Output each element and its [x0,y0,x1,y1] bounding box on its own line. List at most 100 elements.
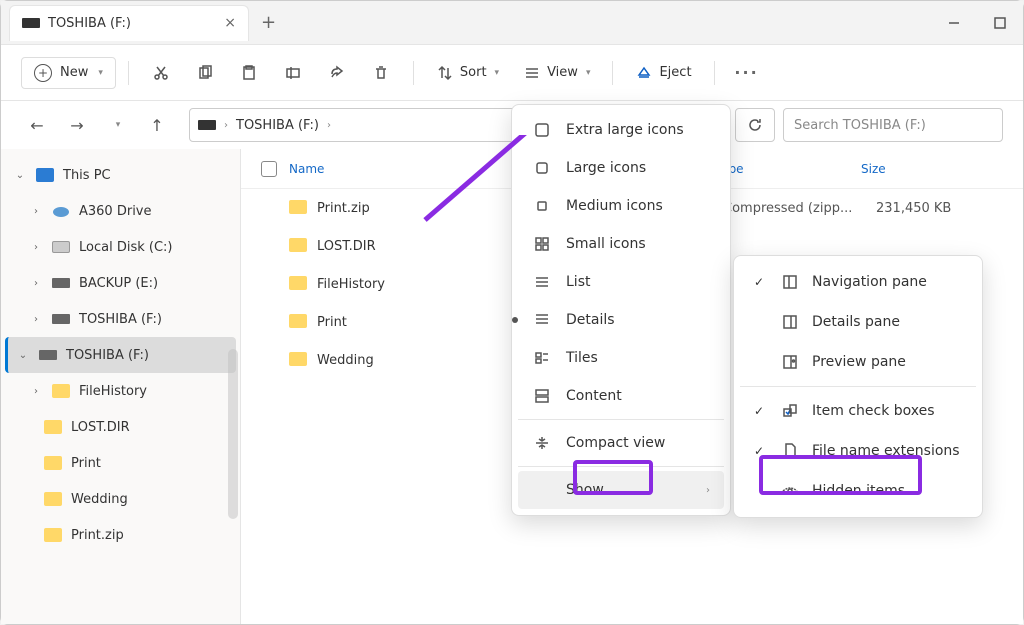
view-option-list[interactable]: List [518,263,724,301]
cloud-icon [52,204,70,218]
preview-pane-icon [780,353,800,371]
chevron-right-icon: › [29,242,43,253]
forward-button[interactable]: → [61,109,93,141]
sidebar-item-label: Local Disk (C:) [79,240,172,255]
view-option-details[interactable]: Details [518,301,724,339]
view-option-tiles[interactable]: Tiles [518,339,724,377]
zip-icon [289,200,307,214]
plus-icon: + [34,64,52,82]
scrollbar[interactable] [228,349,238,519]
drive-icon [39,350,57,360]
drive-icon [52,278,70,288]
sidebar-item-label: TOSHIBA (F:) [79,312,162,327]
list-icon [532,273,552,291]
paste-button[interactable] [229,55,269,91]
view-label: View [547,65,578,80]
file-type: Compressed (zipp... [723,201,868,216]
active-bullet-icon [512,317,518,323]
minimize-button[interactable] [931,7,977,39]
details-icon [532,311,552,329]
view-option-xl-icons[interactable]: Extra large icons [518,111,724,149]
small-icons-icon [532,235,552,253]
eject-label: Eject [659,65,691,80]
maximize-button[interactable] [977,7,1023,39]
separator [518,466,724,467]
sidebar-item-label: This PC [63,168,111,183]
sidebar-item-local-disk[interactable]: › Local Disk (C:) [5,229,236,265]
view-show-submenu[interactable]: Show › [518,471,724,509]
column-name[interactable]: Name [289,162,324,176]
sidebar-item-label: A360 Drive [79,204,152,219]
show-preview-pane[interactable]: Preview pane [740,342,976,382]
titlebar: TOSHIBA (F:) × + [1,1,1023,45]
show-item-checkboxes[interactable]: ✓ Item check boxes [740,391,976,431]
cut-button[interactable] [141,55,181,91]
drive-icon [52,314,70,324]
details-pane-icon [780,313,800,331]
show-hidden-items[interactable]: Hidden items [740,471,976,511]
file-icon [780,442,800,460]
compact-icon [532,434,552,452]
rename-button[interactable] [273,55,313,91]
close-tab-icon[interactable]: × [224,15,236,31]
refresh-button[interactable] [735,108,775,142]
sidebar-item-backup[interactable]: › BACKUP (E:) [5,265,236,301]
more-button[interactable]: ··· [727,55,767,91]
column-size[interactable]: Size [861,162,886,176]
view-compact-toggle[interactable]: Compact view [518,424,724,462]
copy-button[interactable] [185,55,225,91]
sidebar-item-toshiba-2[interactable]: ⌄ TOSHIBA (F:) [5,337,236,373]
new-button[interactable]: + New ▾ [21,57,116,89]
up-button[interactable]: ↑ [141,109,173,141]
sidebar-item-print[interactable]: Print [5,445,236,481]
content-icon [532,387,552,405]
tab-active[interactable]: TOSHIBA (F:) × [9,5,249,41]
view-button[interactable]: View ▾ [513,58,600,88]
separator [740,386,976,387]
chevron-right-icon: › [29,278,43,289]
sort-button[interactable]: Sort ▾ [426,58,509,88]
sidebar-item-printzip[interactable]: Print.zip [5,517,236,553]
large-icons-icon [532,159,552,177]
folder-icon [44,456,62,470]
separator [518,419,724,420]
chevron-right-icon: › [224,120,228,131]
show-navigation-pane[interactable]: ✓ Navigation pane [740,262,976,302]
folder-icon [52,384,70,398]
share-button[interactable] [317,55,357,91]
view-option-content[interactable]: Content [518,377,724,415]
breadcrumb[interactable]: TOSHIBA (F:) [236,118,319,133]
sidebar-item-lostdir[interactable]: LOST.DIR [5,409,236,445]
eject-button[interactable]: Eject [625,58,701,88]
column-type[interactable]: Type [716,162,861,176]
chevron-right-icon: › [29,206,43,217]
show-file-extensions[interactable]: ✓ File name extensions [740,431,976,471]
recent-button[interactable]: ▾ [101,109,133,141]
back-button[interactable]: ← [21,109,53,141]
chevron-right-icon: › [706,485,710,496]
delete-button[interactable] [361,55,401,91]
sidebar-item-wedding[interactable]: Wedding [5,481,236,517]
view-option-small-icons[interactable]: Small icons [518,225,724,263]
sidebar-item-toshiba-1[interactable]: › TOSHIBA (F:) [5,301,236,337]
sidebar: ⌄ This PC › A360 Drive › Local Disk (C:)… [1,149,241,624]
select-all-checkbox[interactable] [261,161,277,177]
view-option-medium-icons[interactable]: Medium icons [518,187,724,225]
chevron-down-icon: ▾ [98,68,103,78]
sidebar-item-filehistory[interactable]: › FileHistory [5,373,236,409]
show-details-pane[interactable]: Details pane [740,302,976,342]
check-icon: ✓ [750,275,768,289]
new-tab-button[interactable]: + [261,12,276,33]
toolbar: + New ▾ Sort ▾ View ▾ Eject ··· [1,45,1023,101]
folder-icon [44,420,62,434]
pc-icon [36,168,54,182]
show-submenu-dropdown: ✓ Navigation pane Details pane Preview p… [733,255,983,518]
sidebar-item-a360[interactable]: › A360 Drive [5,193,236,229]
sidebar-item-label: Print.zip [71,528,124,543]
sidebar-item-this-pc[interactable]: ⌄ This PC [5,157,236,193]
sidebar-item-label: FileHistory [79,384,147,399]
view-option-large-icons[interactable]: Large icons [518,149,724,187]
search-input[interactable]: Search TOSHIBA (F:) [783,108,1003,142]
new-button-label: New [60,65,88,80]
chevron-right-icon: › [29,386,43,397]
